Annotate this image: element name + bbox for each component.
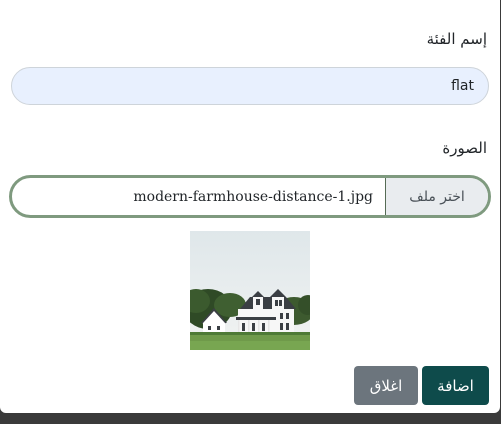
choose-file-button[interactable]: اختر ملف [385, 178, 488, 215]
image-label: الصورة [442, 139, 487, 157]
selected-file-name: modern-farmhouse-distance-1.jpg [133, 188, 373, 205]
category-modal: إسم الفئة الصورة اختر ملف modern-farmhou… [0, 0, 500, 413]
close-button[interactable]: اغلاق [354, 366, 418, 405]
image-file-input[interactable]: اختر ملف modern-farmhouse-distance-1.jpg [9, 175, 491, 218]
add-button[interactable]: اضافة [422, 366, 489, 405]
category-name-label: إسم الفئة [426, 30, 487, 48]
image-preview [190, 231, 310, 350]
farmhouse-photo [190, 231, 310, 350]
category-name-input[interactable] [11, 67, 489, 105]
